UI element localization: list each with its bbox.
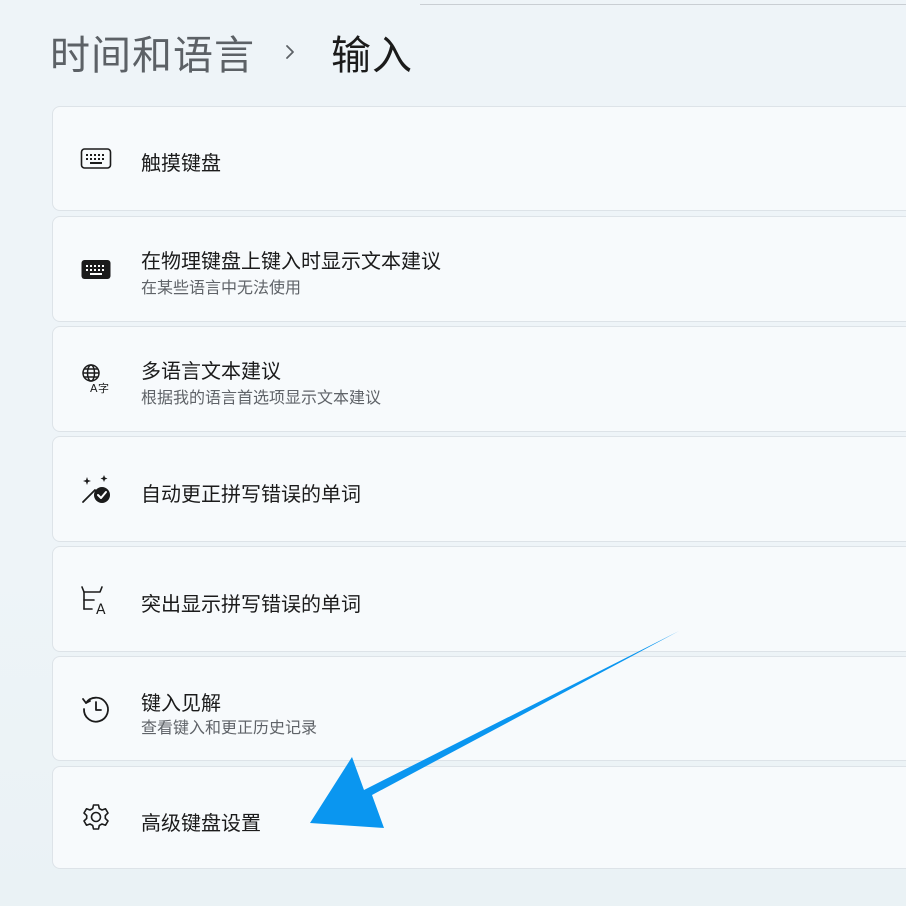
- history-icon: [80, 693, 112, 725]
- setting-autocorrect[interactable]: 自动更正拼写错误的单词: [52, 436, 906, 542]
- globe-language-icon: A 字: [80, 362, 112, 394]
- setting-title: 高级键盘设置: [141, 811, 261, 835]
- breadcrumb-parent[interactable]: 时间和语言: [50, 23, 255, 81]
- setting-multilingual-suggestions[interactable]: A 字 多语言文本建议 根据我的语言首选项显示文本建议: [52, 326, 906, 432]
- page-title: 输入: [331, 33, 413, 79]
- gear-icon: [80, 802, 112, 834]
- spell-check-icon: A: [80, 584, 112, 616]
- setting-title: 多语言文本建议: [141, 359, 281, 383]
- setting-highlight-misspelled[interactable]: A 突出显示拼写错误的单词: [52, 546, 906, 652]
- setting-description: 查看键入和更正历史记录: [141, 718, 318, 737]
- setting-physical-keyboard-suggestions[interactable]: 在物理键盘上键入时显示文本建议 在某些语言中无法使用: [52, 216, 906, 322]
- svg-text:字: 字: [98, 381, 109, 394]
- setting-title: 在物理键盘上键入时显示文本建议: [141, 249, 441, 273]
- setting-description: 在某些语言中无法使用: [141, 278, 302, 297]
- magic-wand-check-icon: [80, 474, 112, 506]
- svg-text:A: A: [90, 382, 98, 394]
- window-edge: [420, 0, 906, 5]
- breadcrumb: 时间和语言 输入: [50, 22, 413, 82]
- setting-title: 突出显示拼写错误的单词: [141, 592, 361, 616]
- setting-advanced-keyboard[interactable]: 高级键盘设置: [52, 766, 906, 869]
- setting-typing-insights[interactable]: 键入见解 查看键入和更正历史记录: [52, 656, 906, 761]
- setting-title: 触摸键盘: [141, 151, 221, 175]
- svg-text:A: A: [96, 602, 106, 616]
- setting-description: 根据我的语言首选项显示文本建议: [141, 388, 382, 407]
- setting-title: 键入见解: [141, 691, 221, 715]
- keyboard-icon: [80, 143, 112, 175]
- chevron-right-icon: [286, 45, 294, 59]
- setting-touch-keyboard[interactable]: 触摸键盘: [52, 106, 906, 211]
- keyboard-filled-icon: [80, 254, 112, 286]
- setting-title: 自动更正拼写错误的单词: [141, 482, 361, 506]
